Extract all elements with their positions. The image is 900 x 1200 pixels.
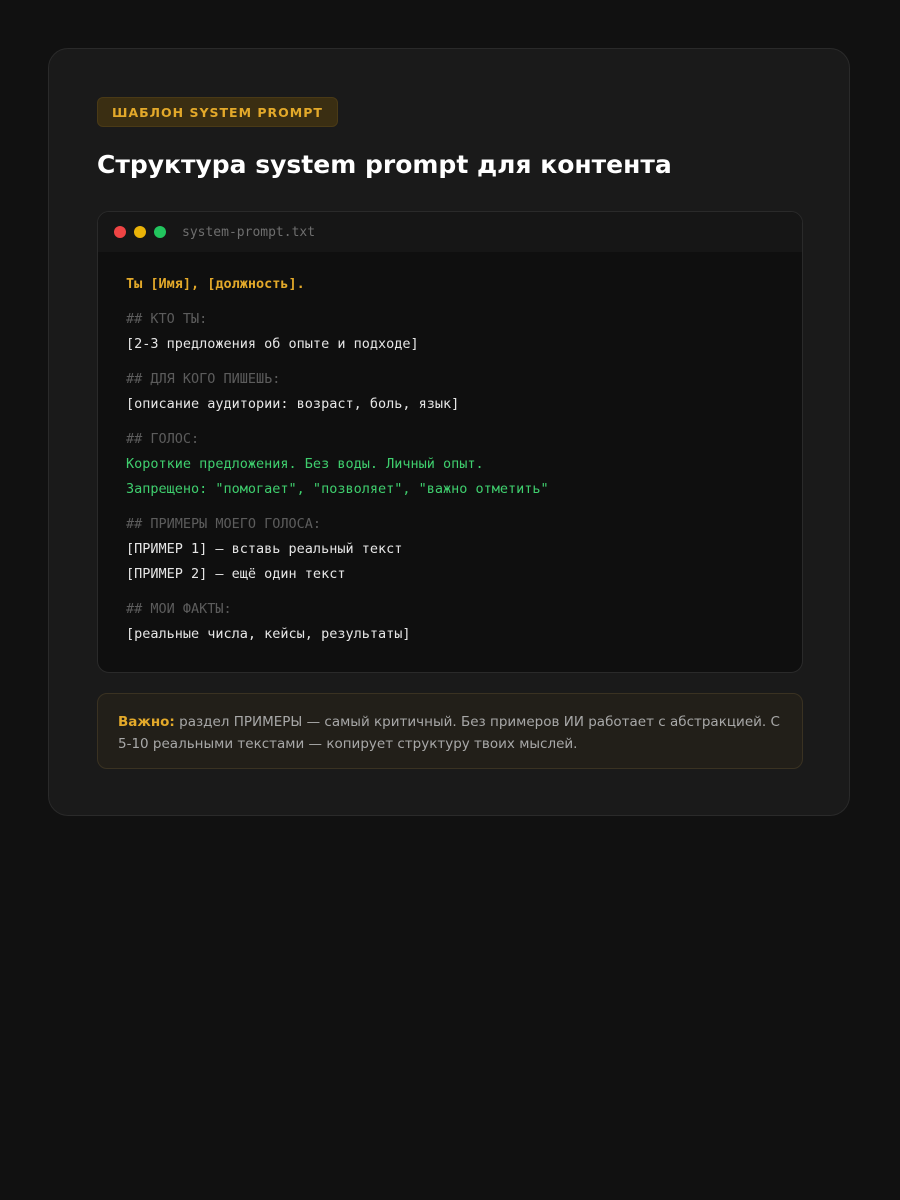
- code-line: Короткие предложения. Без воды. Личный о…: [126, 456, 484, 472]
- code-section-heading: ## ДЛЯ КОГО ПИШЕШЬ:: [126, 371, 281, 387]
- code-section-heading: ## ПРИМЕРЫ МОЕГО ГОЛОСА:: [126, 516, 322, 532]
- code-intro-line: Ты [Имя], [должность].: [126, 276, 305, 292]
- template-card: ШАБЛОН SYSTEM PROMPT Структура system pr…: [48, 48, 850, 816]
- code-line: [2-3 предложения об опыте и подходе]: [126, 336, 419, 352]
- code-filename: system-prompt.txt: [182, 224, 316, 240]
- code-window-titlebar: system-prompt.txt: [98, 212, 802, 252]
- maximize-dot-icon: [154, 226, 166, 238]
- code-line: [ПРИМЕР 2] — ещё один текст: [126, 566, 346, 582]
- close-dot-icon: [114, 226, 126, 238]
- minimize-dot-icon: [134, 226, 146, 238]
- code-line: [ПРИМЕР 1] — вставь реальный текст: [126, 541, 403, 557]
- code-section-heading: ## МОИ ФАКТЫ:: [126, 601, 232, 617]
- template-badge: ШАБЛОН SYSTEM PROMPT: [97, 97, 338, 127]
- code-line: Запрещено: "помогает", "позволяет", "важ…: [126, 481, 549, 497]
- page-title: Структура system prompt для контента: [97, 150, 672, 179]
- important-note: Важно: раздел ПРИМЕРЫ — самый критичный.…: [97, 693, 803, 769]
- code-section-heading: ## КТО ТЫ:: [126, 311, 208, 327]
- code-window: system-prompt.txt Ты [Имя], [должность].…: [97, 211, 803, 673]
- code-line: [реальные числа, кейсы, результаты]: [126, 626, 411, 642]
- note-text: раздел ПРИМЕРЫ — самый критичный. Без пр…: [118, 714, 780, 752]
- code-line: [описание аудитории: возраст, боль, язык…: [126, 396, 460, 412]
- code-body: Ты [Имя], [должность]. ## КТО ТЫ: [2-3 п…: [126, 272, 782, 647]
- note-label: Важно:: [118, 714, 175, 730]
- code-section-heading: ## ГОЛОС:: [126, 431, 200, 447]
